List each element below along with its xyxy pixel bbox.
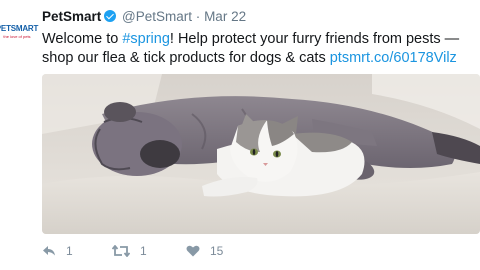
retweet-action[interactable]: 1: [112, 244, 147, 258]
retweet-icon: [112, 245, 130, 257]
tweet-text: Welcome to #spring! Help protect your fu…: [42, 30, 478, 68]
handle[interactable]: @PetSmart: [122, 9, 192, 24]
tweet-date[interactable]: Mar 22: [204, 9, 246, 24]
tweet-header: PetSmart @PetSmart · Mar 22: [42, 9, 246, 24]
tweet-text-part1: Welcome to: [42, 31, 123, 47]
avatar-logo-text: PETSMART: [0, 23, 39, 33]
tweet-photo[interactable]: [42, 74, 480, 234]
like-action[interactable]: 15: [186, 244, 223, 258]
hashtag-link[interactable]: #spring: [122, 31, 170, 47]
url-link[interactable]: ptsmrt.co/60178Vilz: [330, 50, 457, 66]
reply-count: 1: [66, 244, 73, 258]
display-name[interactable]: PetSmart: [42, 9, 101, 24]
avatar-logo-subtext: the love of pets: [3, 33, 31, 39]
reply-icon: [43, 246, 55, 256]
separator-dot: ·: [195, 9, 201, 24]
dog-and-cat-photo-icon: [42, 74, 480, 234]
verified-badge-icon: [104, 10, 117, 22]
tweet-actions: 1 1 15: [42, 244, 480, 264]
reply-action[interactable]: 1: [42, 244, 73, 258]
like-count: 15: [210, 244, 224, 258]
retweet-count: 1: [140, 244, 147, 258]
avatar[interactable]: PETSMART the love of pets: [0, 14, 38, 48]
heart-icon: [186, 245, 200, 257]
